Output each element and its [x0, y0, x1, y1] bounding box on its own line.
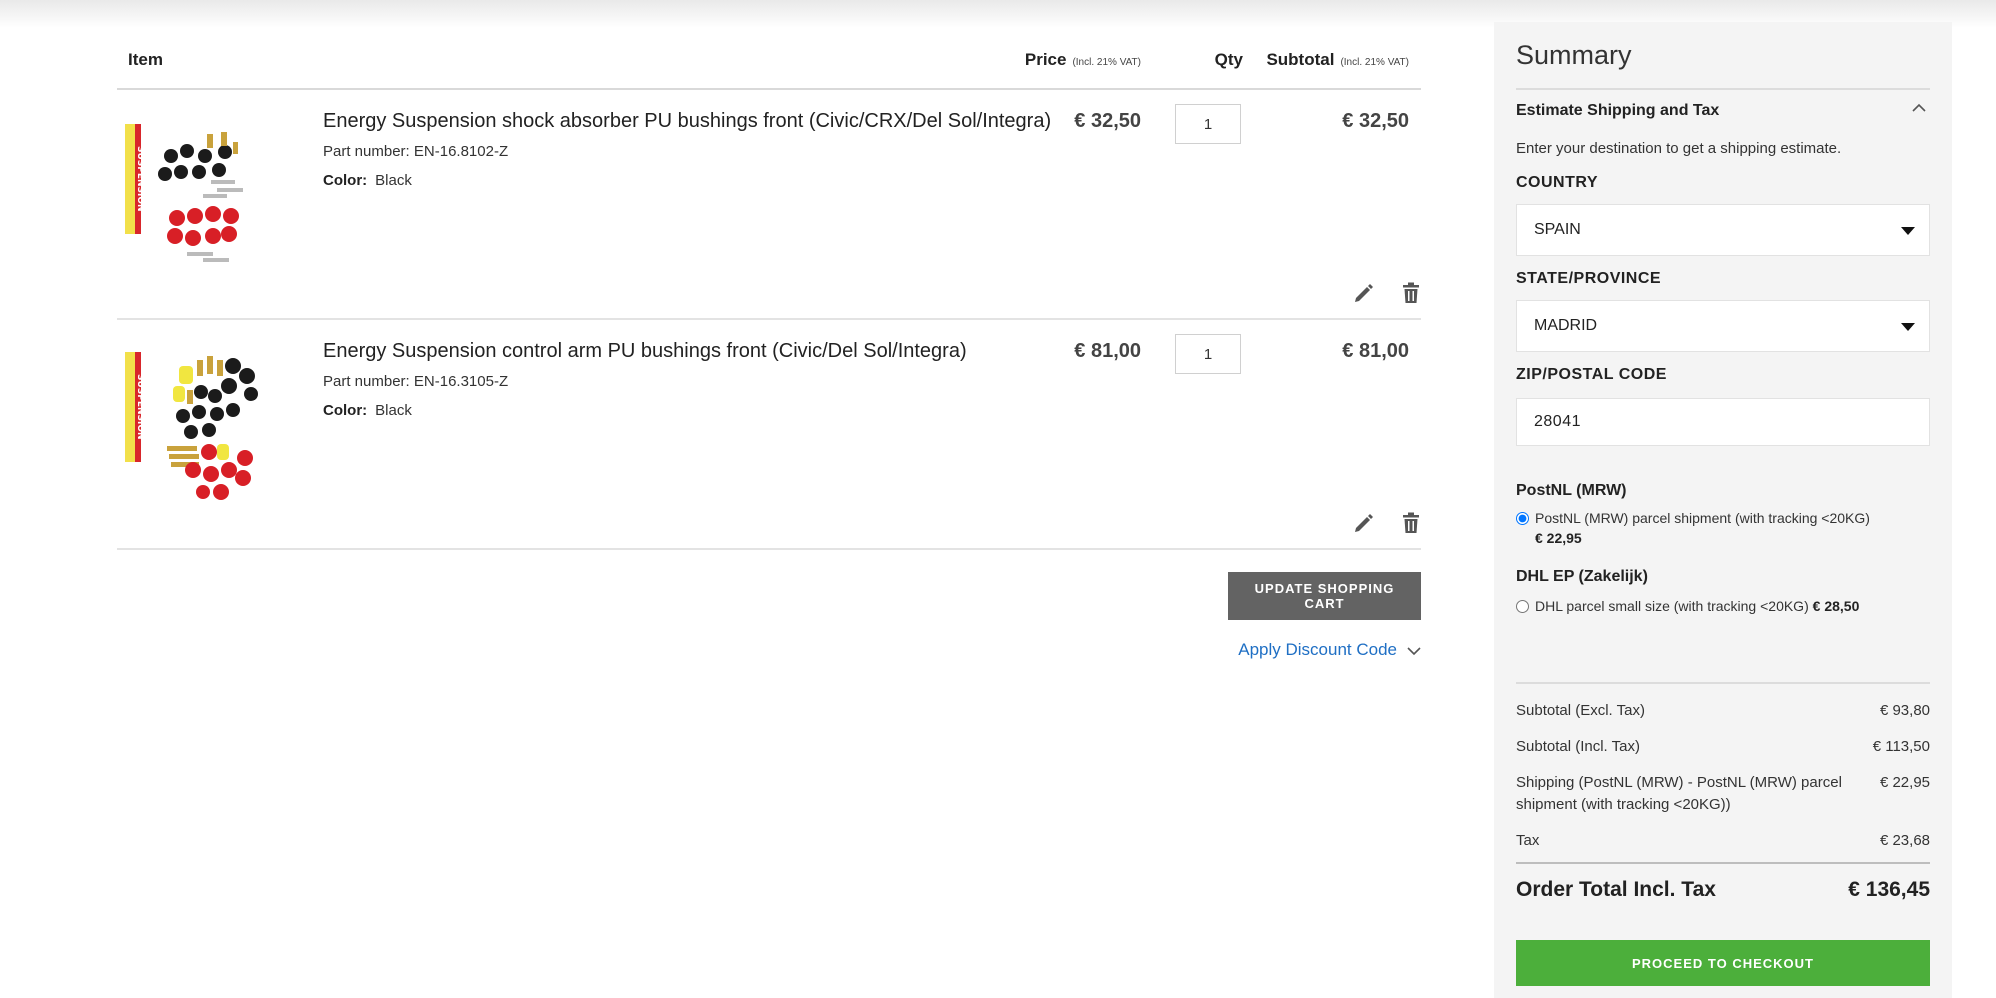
estimate-shipping-toggle[interactable]: Estimate Shipping and Tax — [1516, 88, 1930, 134]
qty-input[interactable] — [1175, 104, 1241, 144]
apply-discount-link[interactable]: Apply Discount Code — [1238, 640, 1421, 660]
part-number: Part number: EN-16.8102-Z — [323, 143, 509, 160]
country-value: SPAIN — [1534, 221, 1581, 238]
svg-text:SUSPENSION: SUSPENSION — [135, 146, 145, 212]
item-price: € 32,50 — [1074, 110, 1141, 132]
svg-text:SUSPENSION: SUSPENSION — [135, 374, 145, 440]
product-color: Color: Black — [323, 172, 412, 189]
item-subtotal: € 81,00 — [1342, 340, 1409, 362]
product-name-link[interactable]: Energy Suspension control arm PU bushing… — [323, 340, 967, 363]
trash-icon[interactable] — [1401, 512, 1421, 534]
product-name-link[interactable]: Energy Suspension shock absorber PU bush… — [323, 110, 1051, 133]
shipping-value: € 22,95 — [1879, 774, 1930, 791]
subtotal-excl-value: € 93,80 — [1879, 702, 1930, 719]
pencil-icon[interactable] — [1353, 512, 1375, 534]
estimate-description: Enter your destination to get a shipping… — [1516, 140, 1842, 157]
country-label: COUNTRY — [1516, 174, 1599, 191]
shipping-label: Shipping (PostNL (MRW) - PostNL (MRW) pa… — [1516, 774, 1842, 813]
carrier-postnl-title: PostNL (MRW) — [1516, 482, 1627, 499]
zip-input[interactable] — [1516, 398, 1930, 446]
header-qty: Qty — [1214, 50, 1243, 69]
tax-label: Tax — [1516, 832, 1540, 849]
state-value: MADRID — [1534, 317, 1598, 334]
header-subtotal-note: (Incl. 21% VAT) — [1340, 57, 1409, 68]
product-color: Color: Black — [323, 402, 412, 419]
header-item: Item — [128, 50, 163, 69]
state-label: STATE/PROVINCE — [1516, 270, 1662, 287]
cart-table: Item Price (Incl. 21% VAT) Qty Subtotal (I… — [117, 0, 1421, 998]
item-price: € 81,00 — [1074, 340, 1141, 362]
pencil-icon[interactable] — [1353, 282, 1375, 304]
subtotal-incl-value: € 113,50 — [1872, 738, 1930, 755]
order-total-label: Order Total Incl. Tax — [1516, 878, 1716, 901]
order-total-row: Order Total Incl. Tax € 136,45 — [1516, 862, 1930, 912]
country-select[interactable]: SPAIN — [1516, 204, 1930, 256]
shipping-option-dhl[interactable]: DHL parcel small size (with tracking <20… — [1516, 596, 1859, 616]
shipping-radio-postnl[interactable] — [1516, 512, 1529, 525]
caret-down-icon — [1901, 227, 1915, 235]
item-subtotal: € 32,50 — [1342, 110, 1409, 132]
trash-icon[interactable] — [1401, 282, 1421, 304]
subtotal-incl-label: Subtotal (Incl. Tax) — [1516, 738, 1640, 755]
chevron-up-icon — [1912, 103, 1926, 112]
proceed-to-checkout-button[interactable]: PROCEED TO CHECKOUT — [1516, 940, 1930, 986]
carrier-dhl-title: DHL EP (Zakelijk) — [1516, 568, 1648, 585]
update-cart-button[interactable]: UPDATE SHOPPING CART — [1228, 572, 1421, 620]
totals-table: Subtotal (Excl. Tax) € 93,80 Subtotal (I… — [1516, 682, 1930, 901]
cart-table-header: Item Price (Incl. 21% VAT) Qty Subtotal (I… — [117, 40, 1421, 90]
shipping-price-postnl: € 22,95 — [1535, 530, 1582, 546]
caret-down-icon — [1901, 323, 1915, 331]
table-row: SUSPENSION Energy Suspension control arm… — [117, 320, 1421, 550]
header-price: Price (Incl. 21% VAT) — [1024, 50, 1141, 69]
product-image[interactable]: SUSPENSION — [121, 116, 291, 286]
shipping-price-dhl: € 28,50 — [1812, 598, 1860, 614]
tax-value: € 23,68 — [1879, 832, 1930, 849]
state-select[interactable]: MADRID — [1516, 300, 1930, 352]
shipping-radio-dhl[interactable] — [1516, 600, 1529, 613]
estimate-title: Estimate Shipping and Tax — [1516, 102, 1720, 119]
order-total-value: € 136,45 — [1848, 878, 1930, 901]
header-price-note: (Incl. 21% VAT) — [1072, 57, 1141, 68]
summary-title: Summary — [1516, 40, 1632, 70]
table-row: SUSPENSION Energy Suspension shock absor… — [117, 90, 1421, 320]
qty-input[interactable] — [1175, 334, 1241, 374]
subtotal-excl-label: Subtotal (Excl. Tax) — [1516, 702, 1645, 719]
product-image[interactable]: SUSPENSION — [121, 346, 291, 516]
order-summary: Summary Estimate Shipping and Tax Enter … — [1494, 22, 1952, 998]
header-subtotal: Subtotal (Incl. 21% VAT) — [1266, 50, 1409, 69]
zip-label: ZIP/POSTAL CODE — [1516, 366, 1667, 383]
part-number: Part number: EN-16.3105-Z — [323, 373, 509, 390]
shipping-option-postnl[interactable]: PostNL (MRW) parcel shipment (with track… — [1516, 508, 1870, 548]
chevron-down-icon — [1407, 646, 1421, 655]
